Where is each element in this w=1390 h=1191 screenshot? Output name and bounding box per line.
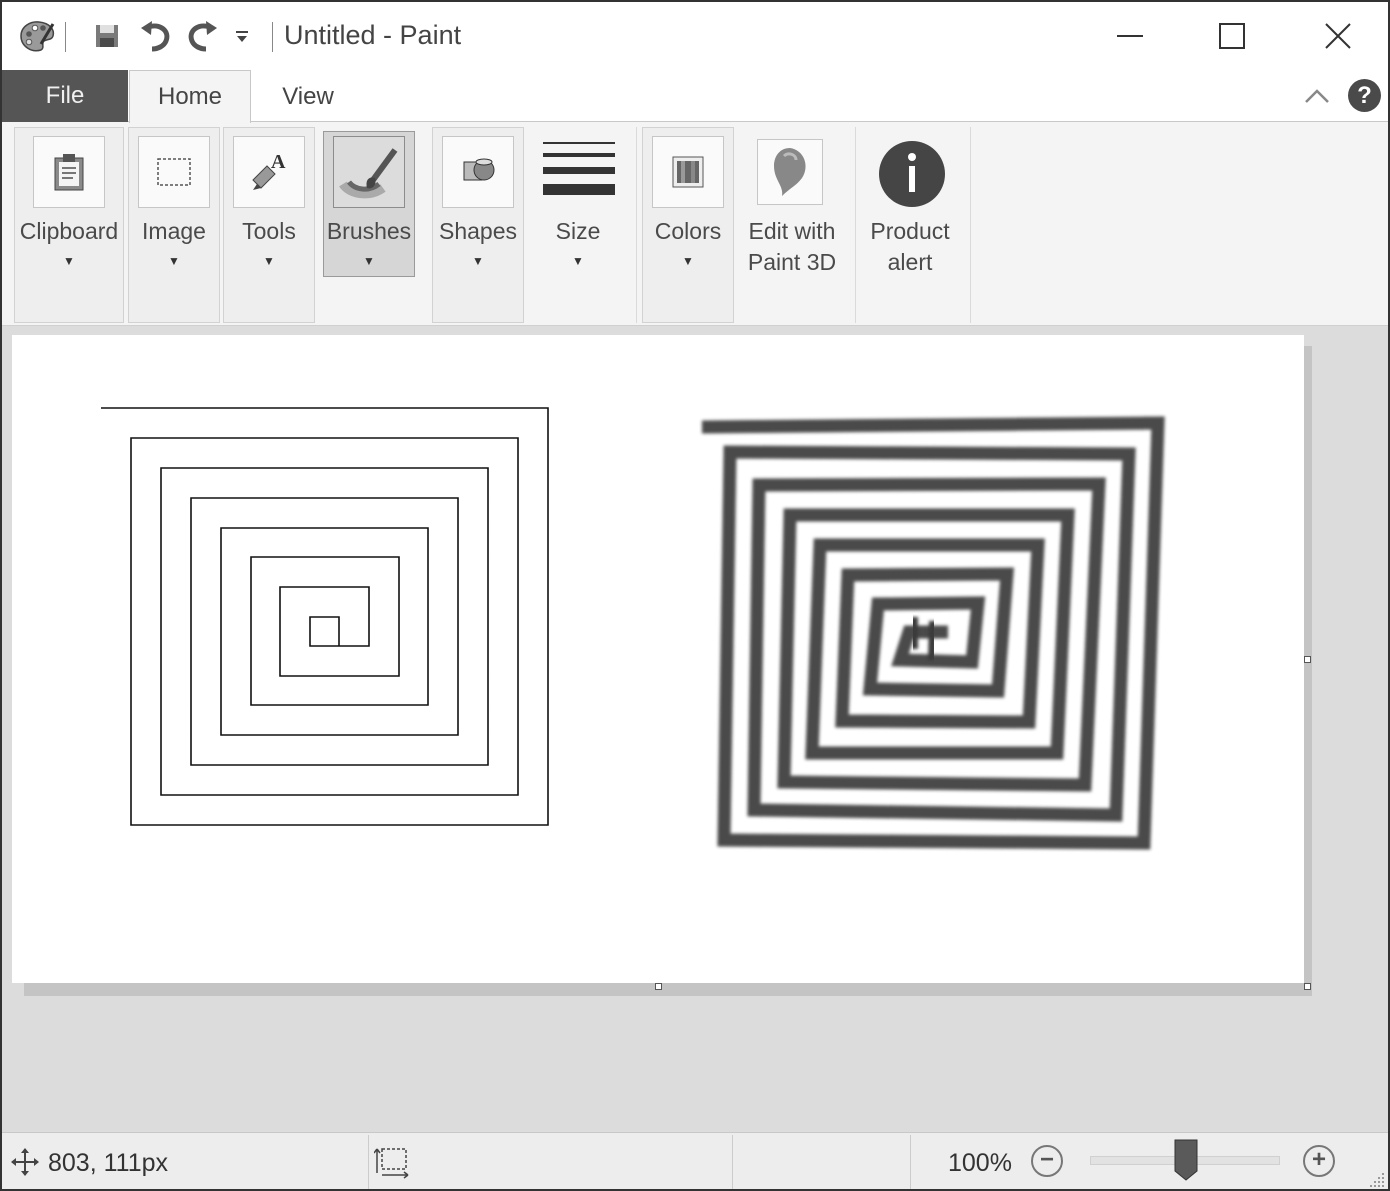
- shapes-group[interactable]: Shapes ▼: [432, 127, 524, 323]
- save-icon[interactable]: [88, 2, 126, 70]
- chevron-down-icon: ▼: [168, 254, 180, 268]
- edit-paint3d-button[interactable]: Edit with Paint 3D: [740, 127, 844, 323]
- minimize-button[interactable]: [1080, 2, 1180, 70]
- info-icon: [878, 140, 946, 208]
- product-alert-label-line2: alert: [887, 249, 933, 275]
- paint-window: Untitled - Paint File Home View ? Clipbo…: [0, 0, 1390, 1191]
- file-menu-button[interactable]: File: [2, 70, 128, 122]
- chevron-down-icon: ▼: [363, 254, 375, 268]
- zoom-level: 100%: [948, 1149, 1012, 1177]
- ribbon: Clipboard ▼ Image ▼ A Tools ▼ Brushes ▼ …: [2, 122, 1388, 326]
- product-alert-label-line1: Product: [870, 218, 950, 244]
- chevron-down-icon: ▼: [682, 254, 694, 268]
- tab-home[interactable]: Home: [129, 70, 251, 123]
- size-button[interactable]: Size ▼: [532, 127, 624, 323]
- thin-spiral: [101, 407, 549, 826]
- help-button[interactable]: ?: [1348, 79, 1381, 112]
- minimize-icon: [1117, 35, 1143, 37]
- paint3d-label-line1: Edit with: [748, 218, 836, 244]
- paint3d-icon: [757, 139, 823, 205]
- chevron-down-icon: ▼: [572, 254, 584, 268]
- canvas-drawing: [101, 407, 1165, 850]
- status-bar: 803, 111px 100% − +: [2, 1132, 1388, 1189]
- resize-grip-icon[interactable]: [1368, 1171, 1386, 1189]
- selection-size-icon: [373, 1145, 410, 1184]
- collapse-ribbon-button[interactable]: [1300, 80, 1334, 112]
- resize-handle-bottom[interactable]: [655, 983, 662, 990]
- zoom-out-button[interactable]: −: [1031, 1145, 1063, 1177]
- cursor-position-icon: [10, 1147, 40, 1182]
- chevron-down-icon: ▼: [472, 254, 484, 268]
- select-icon: [138, 136, 210, 208]
- cursor-position: 803, 111px: [48, 1149, 169, 1177]
- clipboard-group[interactable]: Clipboard ▼: [14, 127, 124, 323]
- zoom-in-button[interactable]: +: [1303, 1145, 1335, 1177]
- tools-label: Tools: [242, 218, 296, 244]
- colors-label: Colors: [654, 218, 722, 244]
- resize-handle-corner[interactable]: [1304, 983, 1311, 990]
- clipboard-icon: [33, 136, 105, 208]
- quick-access-separator: [65, 22, 66, 52]
- canvas-workarea: [2, 326, 1388, 1132]
- clipboard-label: Clipboard: [19, 218, 119, 244]
- tools-icon: A: [233, 136, 305, 208]
- palette-icon[interactable]: [14, 2, 60, 70]
- svg-text:A: A: [271, 152, 286, 173]
- status-separator: [732, 1135, 733, 1189]
- resize-handle-right[interactable]: [1304, 656, 1311, 663]
- chevron-down-icon: ▼: [63, 254, 75, 268]
- ribbon-separator: [970, 127, 971, 323]
- title-separator: [272, 22, 273, 52]
- maximize-button[interactable]: [1182, 2, 1282, 70]
- colors-icon: [652, 136, 724, 208]
- close-icon: [1325, 23, 1351, 49]
- ribbon-separator: [636, 127, 637, 323]
- ribbon-tabs: File Home View ?: [2, 70, 1388, 123]
- brushes-label: Brushes: [326, 218, 412, 244]
- undo-icon[interactable]: [134, 2, 176, 70]
- close-button[interactable]: [1288, 2, 1388, 70]
- chevron-up-icon: [1305, 89, 1329, 103]
- image-group[interactable]: Image ▼: [128, 127, 220, 323]
- redo-icon[interactable]: [182, 2, 224, 70]
- size-label: Size: [555, 218, 601, 244]
- brushes-button[interactable]: Brushes ▼: [323, 131, 415, 277]
- zoom-slider-thumb[interactable]: [1174, 1139, 1198, 1181]
- brush-icon: [333, 136, 405, 208]
- tab-view[interactable]: View: [254, 70, 362, 123]
- status-separator: [910, 1135, 911, 1189]
- ribbon-separator: [855, 127, 856, 323]
- drawing-canvas[interactable]: [12, 335, 1304, 983]
- status-separator: [368, 1135, 369, 1189]
- window-title: Untitled - Paint: [284, 20, 462, 50]
- product-alert-button[interactable]: Product alert: [860, 127, 960, 323]
- colors-group[interactable]: Colors ▼: [642, 127, 734, 323]
- size-lines-icon: [543, 140, 615, 202]
- customize-dropdown-icon[interactable]: [228, 2, 256, 70]
- chevron-down-icon: ▼: [263, 254, 275, 268]
- shapes-icon: [442, 136, 514, 208]
- paint3d-label-line2: Paint 3D: [747, 249, 837, 275]
- maximize-icon: [1219, 23, 1245, 49]
- title-bar: Untitled - Paint: [2, 2, 1388, 70]
- tools-group[interactable]: A Tools ▼: [223, 127, 315, 323]
- shapes-label: Shapes: [438, 218, 517, 244]
- image-label: Image: [142, 218, 206, 244]
